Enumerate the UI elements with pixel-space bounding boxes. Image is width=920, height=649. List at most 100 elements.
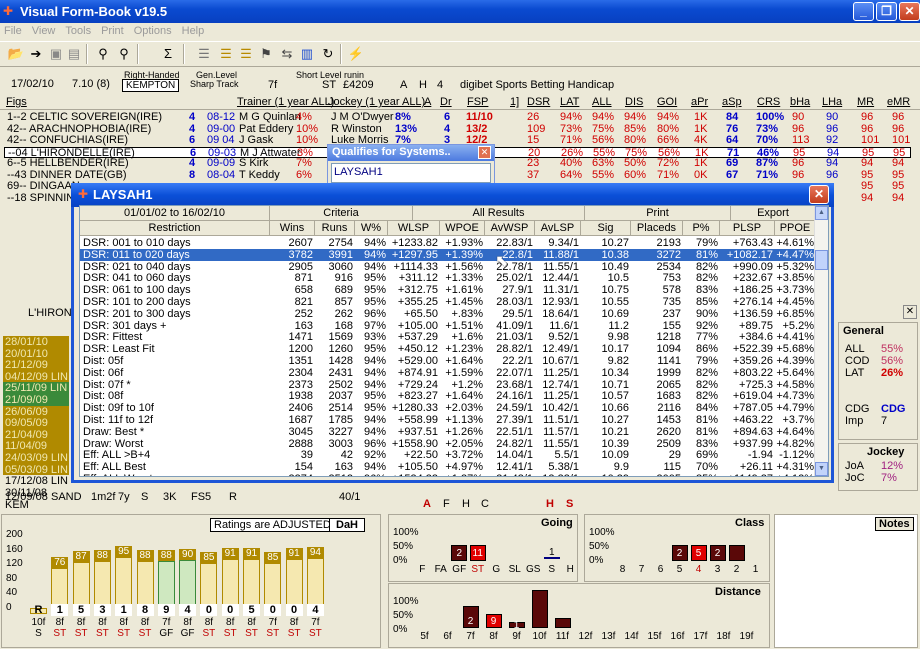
header-dis[interactable]: DIS <box>625 96 643 108</box>
binoculars-alt-icon[interactable]: ⚲ <box>114 44 134 64</box>
close-button[interactable]: ✕ <box>899 2 920 21</box>
history-row[interactable]: 25/11/09 LIN <box>3 382 69 395</box>
header-lat[interactable]: LAT <box>560 96 579 108</box>
grid-row[interactable]: Draw: Worst 2888 3003 96% +1558.90 +2.05% 24.8… <box>80 438 816 450</box>
history-row[interactable]: 20/01/10 KEM <box>3 347 69 372</box>
binoculars-icon[interactable]: ⚲ <box>93 44 113 64</box>
column-wpoe[interactable]: WPOE <box>440 221 485 236</box>
column-placeds[interactable]: Placeds <box>631 221 683 236</box>
header-emr[interactable]: eMR <box>887 96 910 108</box>
grid-row[interactable]: DSR: 001 to 010 days 2607 2754 94% +1233.82 +… <box>80 237 816 249</box>
history-row[interactable]: 24/03/09 LIN <box>3 452 69 464</box>
dialog-close-button[interactable]: ✕ <box>809 185 829 204</box>
runner-row[interactable]: 1--2 CELTIC SOVEREIGN(IRE) 4 08-12 M G Quin… <box>4 112 911 123</box>
grid-row[interactable]: Dist: 05f 1351 1428 94% +529.00 +1.64% 22.2/1 1… <box>80 355 816 367</box>
grid-row[interactable]: Eff: ALL Worst3374351296%+1534.33+1.37%3… <box>80 473 816 476</box>
header-mr[interactable]: MR <box>857 96 874 108</box>
column-wlsp[interactable]: WLSP <box>388 221 440 236</box>
column-avwsp[interactable]: AvWSP <box>485 221 535 236</box>
scroll-down-icon[interactable]: ▼ <box>815 462 828 476</box>
lightning-icon[interactable]: ⚡ <box>346 44 366 64</box>
header-lha[interactable]: LHa <box>822 96 842 108</box>
column-sig[interactable]: Sig <box>581 221 631 236</box>
menu-tools[interactable]: Tools <box>65 25 91 37</box>
scroll-up-icon[interactable]: ▲ <box>815 206 828 220</box>
save-icon[interactable]: ▣ <box>46 44 66 64</box>
header-apr[interactable]: aPr <box>691 96 708 108</box>
horse-icon[interactable]: ⇆ <box>277 44 297 64</box>
runner-row[interactable]: 42-- ARACHNOPHOBIA(IRE) 4 09-00 Pat Eddery 1… <box>4 123 911 135</box>
menu-help[interactable]: Help <box>182 25 205 37</box>
grid-row[interactable]: DSR: 021 to 040 days 2905 3060 94% +1114.33 +… <box>80 261 816 273</box>
header-asp[interactable]: aSp <box>722 96 742 108</box>
race-icon[interactable]: ⚑ <box>256 44 276 64</box>
list-icon[interactable]: ☰ <box>194 44 214 64</box>
header-figs[interactable]: Figs <box>6 96 27 108</box>
history-row[interactable]: 04/12/09 LIN <box>3 370 69 383</box>
menu-view[interactable]: View <box>32 25 56 37</box>
group-3[interactable]: Export <box>731 206 816 221</box>
header-dsr[interactable]: DSR <box>527 96 550 108</box>
qualifies-item[interactable]: LAYSAH1 <box>334 166 383 178</box>
history-row[interactable]: 17/12/08 LIN <box>3 475 69 488</box>
column-w[interactable]: W% <box>355 221 388 236</box>
minimize-button[interactable]: _ <box>853 2 874 21</box>
history-row[interactable]: 21/12/09 KEM <box>3 359 69 383</box>
menu-file[interactable]: File <box>4 25 22 37</box>
grid-scrollbar[interactable]: ▲ ▼ <box>814 206 828 476</box>
open-icon[interactable]: 📂 <box>6 44 26 64</box>
column-runs[interactable]: Runs <box>315 221 355 236</box>
grid-row[interactable]: Eff: ALL Best 154 163 94% +105.50 +4.97% 12.41… <box>80 461 816 473</box>
header-jockey[interactable]: Jockey (1 year ALL) <box>328 96 425 108</box>
column-ppoe[interactable]: PPOE <box>775 221 816 236</box>
cycle-icon[interactable]: ↻ <box>318 44 338 64</box>
form-list-icon[interactable]: ☰ <box>216 44 236 64</box>
arrow-right-icon[interactable]: ➔ <box>26 44 46 64</box>
history-row[interactable]: 26/06/09 SAL <box>3 405 69 430</box>
history-row[interactable]: 21/04/09 KEM <box>3 428 69 453</box>
header-fsp[interactable]: FSP <box>467 96 488 108</box>
history-row-last[interactable]: 12/09/08 SAND 1m2f 7y S 3K FS5 R 40/1 <box>3 491 383 503</box>
scroll-thumb[interactable] <box>815 250 828 270</box>
group-1[interactable]: All Results <box>413 206 585 221</box>
grid-row[interactable]: DSR: 061 to 100 days 658 689 95% +312.75 +1.6… <box>80 284 816 296</box>
header-a[interactable]: A <box>424 96 431 108</box>
grid-row[interactable]: Dist: 11f to 12f 1687 1785 94% +558.99 +1.13%… <box>80 414 816 426</box>
column-avlsp[interactable]: AvLSP <box>535 221 581 236</box>
print-icon[interactable]: ▤ <box>64 44 84 64</box>
group-0[interactable]: Criteria <box>270 206 413 221</box>
maximize-button[interactable]: ❐ <box>876 2 897 21</box>
menu-options[interactable]: Options <box>134 25 172 37</box>
grid-row[interactable]: DSR: 011 to 020 days 3782 3991 94% +1297.95 +… <box>80 248 816 261</box>
grid-row[interactable]: DSR: 201 to 300 days 252 262 96% +65.50 +.83%… <box>80 308 816 320</box>
menu-print[interactable]: Print <box>101 25 124 37</box>
column-restriction[interactable]: Restriction <box>80 221 270 236</box>
grid-row[interactable]: DSR: 041 to 060 days 871 916 95% +311.12 +1.3… <box>80 272 816 284</box>
form-history-list[interactable]: 28/01/10 KEM20/01/10 KEM21/12/09 KEM04/1… <box>0 320 70 511</box>
header-one[interactable]: 1] <box>510 96 519 108</box>
grid-row[interactable]: DSR: Least Fit 1200 1260 95% +450.12 +1.23% 28… <box>80 343 816 355</box>
column-wins[interactable]: Wins <box>270 221 315 236</box>
history-row[interactable]: 09/05/09 ASC <box>3 417 69 441</box>
grid-row[interactable]: DSR: Fittest 1471 1569 93% +537.29 +1.6% 21.03… <box>80 331 816 343</box>
column-plsp[interactable]: PLSP <box>720 221 775 236</box>
header-all[interactable]: ALL <box>592 96 612 108</box>
chart-icon[interactable]: ▥ <box>297 44 317 64</box>
dah-label[interactable]: DaH <box>329 518 366 532</box>
grid-row[interactable]: Dist: 07f * 2373 2502 94% +729.24 +1.2% 23.68/… <box>80 379 816 391</box>
header-goi[interactable]: GOI <box>657 96 677 108</box>
grid-row[interactable]: Dist: 06f 2304 2431 94% +874.91 +1.59% 22.07/1… <box>80 367 816 379</box>
sigma-icon[interactable]: Σ <box>158 44 178 64</box>
group-2[interactable]: Print <box>585 206 731 221</box>
header-dr[interactable]: Dr <box>440 96 452 108</box>
grid-row[interactable]: Eff: ALL >B+4 39 42 92% +22.50 +3.72% 14.04/1 5… <box>80 449 816 461</box>
grid-row[interactable]: DSR: 301 days + 163 168 97% +105.00 +1.51% 41.… <box>80 320 816 332</box>
panel-close-button[interactable]: ✕ <box>903 305 917 319</box>
results-list-icon[interactable]: ☰ <box>236 44 256 64</box>
history-row[interactable]: 11/04/09 KEM <box>3 440 69 464</box>
grid-row[interactable]: DSR: 101 to 200 days 821 857 95% +355.25 +1.4… <box>80 296 816 308</box>
qualifies-close-button[interactable]: ✕ <box>478 146 491 159</box>
qualifies-list[interactable]: LAYSAH1 <box>331 163 491 183</box>
history-row[interactable]: 05/03/09 LIN <box>3 463 69 476</box>
system-results-grid[interactable]: 01/01/02 to 16/02/10 Criteria All Results P… <box>79 205 829 477</box>
